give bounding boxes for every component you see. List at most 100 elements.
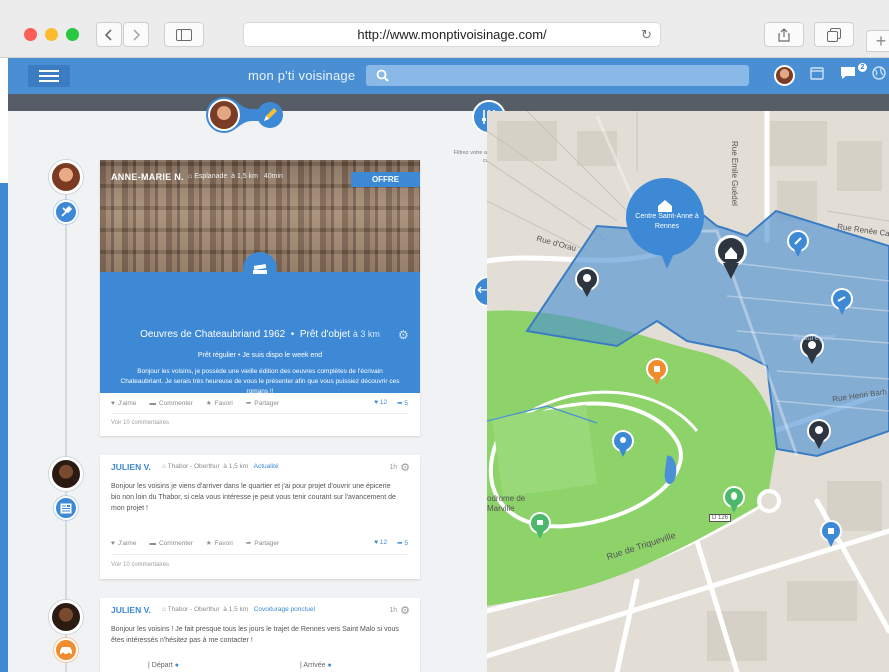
like-label: J'aime	[117, 539, 137, 547]
comment-icon: ▬	[149, 539, 156, 547]
like-button[interactable]: ♥ J'aime	[111, 540, 136, 547]
shares-count: ➦ 5	[397, 540, 408, 547]
post-actions: ♥ J'aime ▬ Commenter ★ Favori ➦ Partager	[111, 399, 280, 408]
globe-icon[interactable]	[872, 66, 886, 80]
author-name[interactable]: JULIEN V.	[111, 462, 151, 472]
forward-button[interactable]	[123, 22, 149, 47]
header-subbar	[8, 94, 889, 111]
author-name[interactable]: ANNE-MARIE N.	[111, 172, 184, 182]
gear-icon[interactable]: ⚙	[400, 461, 410, 474]
category-badge	[54, 200, 78, 224]
view-comments-link[interactable]: Voir 10 commentaires	[111, 420, 169, 426]
street-label: odrome de	[487, 494, 526, 503]
tabs-button[interactable]	[814, 22, 854, 47]
street-label: Beauregard	[793, 333, 835, 342]
offer-type: Prêt d'objet	[299, 329, 351, 340]
offer-badge: OFFRE	[351, 172, 420, 187]
share-button[interactable]	[764, 22, 804, 47]
offer-object: Oeuvres de Chateaubriand 1962	[140, 329, 286, 340]
avatar[interactable]	[49, 600, 83, 634]
hamburger-icon	[39, 70, 59, 72]
offer-text: Bonjour les voisins, je possède une viei…	[120, 368, 400, 395]
user-avatar[interactable]	[774, 65, 795, 86]
home-icon: ⌂	[188, 173, 193, 180]
post-meta: ⌂ Esplanade à 1,5 km 40min	[188, 173, 283, 180]
page-edge-accent	[0, 183, 8, 672]
like-button[interactable]: ♥ J'aime	[111, 400, 136, 407]
tools-icon	[61, 206, 72, 217]
app-logo[interactable]: mon p'ti voisinage	[248, 68, 355, 83]
window-zoom-button[interactable]	[66, 28, 79, 41]
post-time: 1h ⚙	[389, 461, 410, 474]
comment-button[interactable]: ▬ Commenter	[149, 400, 192, 407]
sidebar-icon	[176, 28, 192, 41]
browser-toolbar: http://www.monptivoisinage.com/ ↻ +	[0, 0, 889, 58]
post-meta: ⌂ Thabor - Oberthur à 1,5 km Actualité	[162, 463, 279, 470]
avatar[interactable]	[49, 160, 83, 194]
post-time: 40min	[263, 173, 283, 180]
chevron-right-icon	[133, 28, 141, 41]
post-location: Thabor - Oberthur	[167, 463, 220, 470]
post-text: Bonjour les voisins je viens d'arriver d…	[111, 483, 396, 512]
notification-badge: 2	[858, 63, 867, 72]
window-close-button[interactable]	[24, 28, 37, 41]
post-stats: ♥ 12 ➦ 5	[374, 539, 408, 547]
neighborhood-map[interactable]: Centre Saint-Anne à Rennes Rue d'Orau Ru…	[487, 111, 889, 672]
app-header: mon p'ti voisinage 2	[8, 58, 889, 94]
url-text: http://www.monptivoisinage.com/	[357, 27, 547, 42]
map-canvas	[487, 111, 889, 672]
post-location: Esplanade	[194, 173, 228, 180]
car-icon	[60, 647, 72, 655]
current-user-pill[interactable]	[206, 97, 290, 133]
favorite-label: Favori	[214, 399, 233, 407]
search-icon	[376, 69, 389, 82]
tabs-icon	[827, 27, 841, 42]
category-badge	[54, 638, 78, 662]
post-time: 1h ⚙	[389, 604, 410, 617]
gear-icon[interactable]: ⚙	[400, 604, 410, 617]
offer-details: Oeuvres de Chateaubriand 1962 • Prêt d'o…	[100, 252, 420, 428]
star-icon: ★	[205, 400, 212, 407]
heart-icon: ♥	[111, 399, 115, 407]
back-button[interactable]	[96, 22, 122, 47]
comment-button[interactable]: ▬ Commenter	[149, 540, 192, 547]
post-actions: ♥ J'aime ▬ Commenter ★ Favori ➦ Partager	[111, 539, 279, 548]
street-label: Marville	[487, 504, 515, 513]
category-circle	[243, 252, 277, 286]
offer-distance: à 3 km	[352, 329, 380, 339]
street-label: Rue Emile Guédel	[730, 141, 739, 206]
post-distance: à 1,5 km	[231, 173, 259, 180]
reload-icon[interactable]: ↻	[641, 27, 652, 43]
chevron-left-icon	[104, 28, 112, 41]
share-post-button[interactable]: ➦ Partager	[246, 399, 280, 408]
share-post-button[interactable]: ➦ Partager	[246, 539, 279, 548]
post-tag[interactable]: Covoiturage ponctuel	[254, 606, 315, 613]
gear-icon[interactable]: ⚙	[398, 328, 409, 342]
window-minimize-button[interactable]	[45, 28, 58, 41]
share-label: Partager	[254, 399, 280, 407]
menu-button[interactable]	[28, 65, 70, 87]
avatar[interactable]	[49, 457, 83, 491]
zone-label[interactable]: Centre Saint-Anne à Rennes	[629, 212, 705, 232]
post-stats: ♥ 12 ➦ 5	[374, 399, 408, 407]
offer-title: Oeuvres de Chateaubriand 1962 • Prêt d'o…	[140, 329, 380, 340]
favorite-button[interactable]: ★ Favori	[205, 539, 233, 548]
post-tag[interactable]: Actualité	[254, 463, 279, 470]
view-comments-link[interactable]: Voir 10 commentaires	[111, 562, 169, 568]
post-distance: à 1,5 km	[223, 463, 249, 470]
new-tab-button[interactable]: +	[866, 30, 889, 52]
share-icon	[778, 27, 790, 42]
divider	[111, 413, 409, 414]
search-input[interactable]	[366, 65, 749, 86]
calendar-icon[interactable]	[810, 66, 824, 80]
address-bar[interactable]: http://www.monptivoisinage.com/ ↻	[243, 22, 661, 47]
likes-count: ♥ 12	[374, 399, 388, 406]
favorite-button[interactable]: ★ Favori	[205, 399, 233, 408]
category-badge	[54, 496, 78, 520]
star-icon: ★	[205, 540, 212, 547]
sidebar-toggle-button[interactable]	[164, 22, 204, 47]
messages-icon[interactable]	[840, 66, 856, 80]
author-name[interactable]: JULIEN V.	[111, 605, 151, 615]
comment-label: Commenter	[158, 399, 193, 407]
departure-label: | Départ ●	[148, 662, 179, 669]
